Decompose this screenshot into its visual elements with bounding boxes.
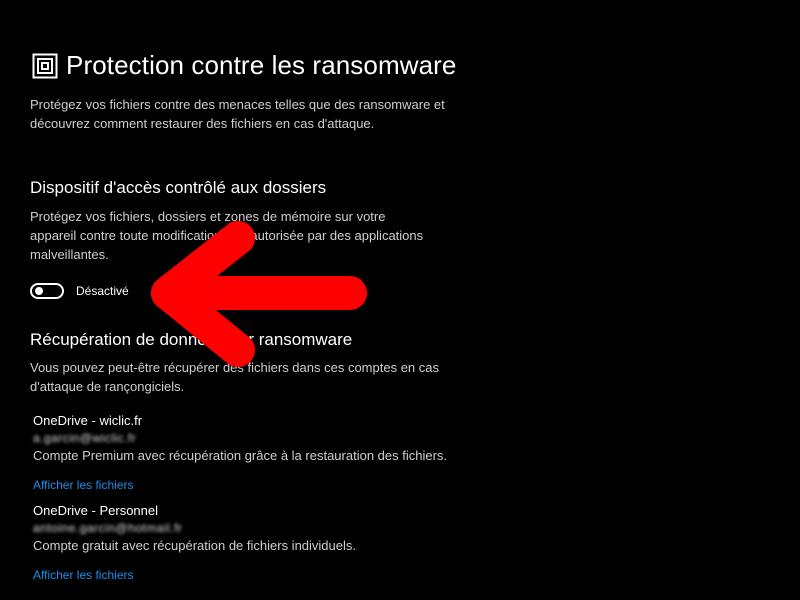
ransomware-recovery-description: Vous pouvez peut-être récupérer des fich… [30, 360, 439, 394]
account-recovery-info: Compte Premium avec récupération grâce à… [33, 448, 448, 463]
account-onedrive-personnel: OneDrive - Personnel antoine.garcin@hotm… [33, 503, 356, 582]
toggle-state-label: Désactivé [76, 284, 129, 298]
controlled-folder-access-toggle-row: Désactivé [30, 283, 129, 299]
controlled-folder-access-description: Protégez vos fichiers, dossiers et zones… [30, 209, 424, 262]
ransomware-recovery-heading: Récupération de données par ransomware [30, 330, 353, 349]
page-header: Protection contre les ransomware [32, 50, 456, 81]
account-onedrive-wiclic: OneDrive - wiclic.fr a.garcin@wiclic.fr … [33, 413, 447, 492]
account-name: OneDrive - Personnel [33, 503, 158, 518]
account-recovery-info: Compte gratuit avec récupération de fich… [33, 538, 357, 553]
settings-page: Protection contre les ransomware Protége… [0, 0, 800, 600]
account-email: a.garcin@wiclic.fr [33, 431, 137, 445]
controlled-folder-access-heading: Dispositif d'accès contrôlé aux dossiers [30, 178, 327, 197]
account-name: OneDrive - wiclic.fr [33, 413, 143, 428]
page-description: Protégez vos fichiers contre des menaces… [30, 97, 445, 131]
account-email: antoine.garcin@hotmail.fr [33, 521, 183, 535]
page-title: Protection contre les ransomware [66, 50, 457, 80]
view-files-link[interactable]: Afficher les fichiers [33, 478, 133, 492]
ransomware-shield-icon [32, 53, 58, 78]
controlled-folder-access-toggle[interactable] [30, 283, 64, 299]
toggle-knob [35, 287, 43, 295]
view-files-link[interactable]: Afficher les fichiers [33, 568, 133, 582]
